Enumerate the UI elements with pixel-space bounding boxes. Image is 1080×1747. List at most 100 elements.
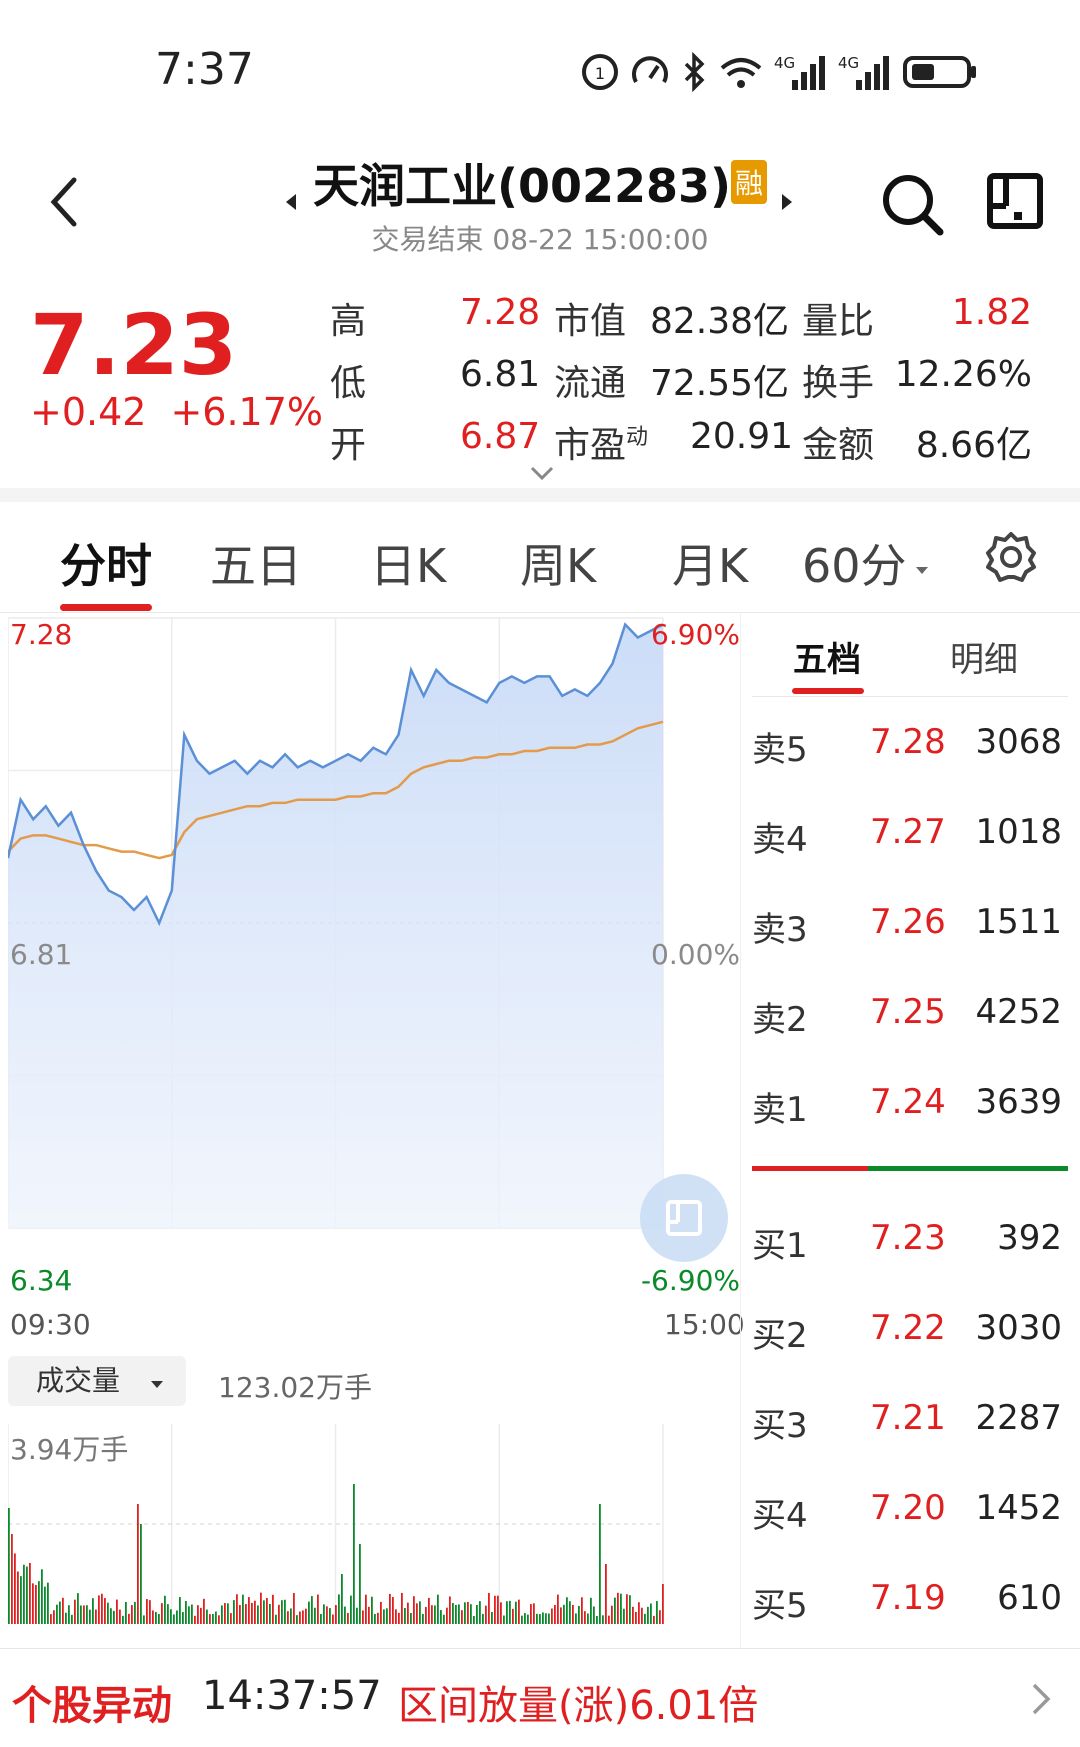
tab-intraday[interactable]: 分时 — [60, 530, 152, 596]
buy-sell-ratio-bar-sell — [752, 1166, 868, 1171]
next-stock-button[interactable] — [780, 190, 796, 218]
landscape-float-button[interactable] — [640, 1174, 728, 1262]
buy-level-label: 买3 — [752, 1406, 808, 1446]
amount-label: 金额 — [802, 425, 875, 466]
volume-bar — [527, 1614, 529, 1624]
volume-bar — [251, 1602, 253, 1624]
tab-60min[interactable]: 60分 — [802, 530, 931, 596]
volume-bar — [620, 1593, 622, 1624]
volume-bar — [68, 1605, 70, 1624]
sell-level-volume: 3068 — [975, 722, 1062, 762]
volume-bar — [530, 1604, 532, 1624]
svg-text:1: 1 — [595, 64, 605, 83]
sell-level-volume: 1511 — [975, 902, 1062, 942]
volume-bar — [560, 1607, 562, 1624]
volume-bar — [317, 1594, 319, 1624]
volume-bar — [332, 1614, 334, 1624]
volume-bar — [278, 1604, 280, 1624]
pe-label-sup: 动 — [626, 425, 649, 450]
mktcap-label: 市值 — [554, 301, 627, 342]
alert-label: 个股异动 — [12, 1683, 172, 1729]
tab-monthly-k[interactable]: 月K — [672, 530, 748, 596]
low-value: 6.81 — [460, 354, 541, 395]
volume-bar — [506, 1601, 508, 1624]
volume-bar — [344, 1606, 346, 1624]
volume-bar — [203, 1598, 205, 1624]
signal-4g-icon: 4G — [838, 54, 889, 90]
volume-bar — [53, 1610, 55, 1624]
tab-weekly-k[interactable]: 周K — [520, 530, 596, 596]
volume-bar — [143, 1615, 145, 1624]
sell-level-price: 7.27 — [870, 812, 946, 852]
status-icons: 1 4G 4G — [580, 50, 978, 94]
volume-bar — [236, 1594, 238, 1624]
volume-bar — [218, 1615, 220, 1624]
volume-bar — [11, 1534, 13, 1624]
volume-total: 123.02万手 — [218, 1371, 372, 1404]
volume-bar — [659, 1610, 661, 1624]
volume-bar — [116, 1599, 118, 1624]
volume-bar — [323, 1604, 325, 1624]
volume-bar — [617, 1592, 619, 1624]
volume-bar — [662, 1584, 664, 1624]
volume-bar — [419, 1601, 421, 1624]
volume-bar — [596, 1615, 598, 1624]
volume-selector[interactable]: 成交量 — [8, 1356, 186, 1406]
volume-bar — [542, 1612, 544, 1624]
volume-bar — [41, 1569, 43, 1624]
expand-quote-button[interactable] — [528, 464, 556, 486]
stock-alert-bar[interactable]: 个股异动 14:37:57 区间放量(涨)6.01倍 — [0, 1648, 1080, 1747]
volume-bar — [305, 1608, 307, 1624]
volume-bar — [500, 1602, 502, 1624]
volume-bar — [563, 1604, 565, 1624]
chevron-down-icon — [530, 466, 554, 481]
search-button[interactable] — [880, 172, 946, 242]
volume-bar — [62, 1597, 64, 1624]
volume-bar — [104, 1598, 106, 1624]
volume-bar — [593, 1606, 595, 1624]
volume-bar — [473, 1615, 475, 1624]
volume-bar — [125, 1601, 127, 1624]
alert-time: 14:37:57 — [202, 1673, 382, 1719]
buy-level-price: 7.23 — [870, 1218, 946, 1258]
volume-bar — [38, 1581, 40, 1624]
intraday-chart[interactable] — [8, 613, 740, 1293]
volume-bar — [443, 1614, 445, 1624]
volume-bar — [56, 1604, 58, 1624]
chart-settings-button[interactable] — [984, 530, 1038, 588]
tab-trade-detail[interactable]: 明细 — [950, 632, 1018, 681]
volume-bar — [29, 1562, 31, 1624]
volume-bar — [119, 1609, 121, 1624]
last-price: 7.23 — [30, 296, 238, 394]
volume-bar — [398, 1612, 400, 1624]
tab-daily-k[interactable]: 日K — [370, 530, 446, 596]
volume-bar — [365, 1594, 367, 1624]
volume-bar — [653, 1615, 655, 1624]
tab-five-levels[interactable]: 五档 — [793, 632, 861, 681]
volume-bar — [380, 1601, 382, 1624]
tab-active-indicator — [60, 604, 152, 611]
volume-bar — [641, 1607, 643, 1624]
volume-bar — [533, 1603, 535, 1624]
volume-bar — [131, 1605, 133, 1624]
tab-five-day[interactable]: 五日 — [210, 530, 302, 596]
volume-bar — [224, 1603, 226, 1624]
volume-bar — [629, 1595, 631, 1624]
y-axis-bottom-pct: -6.90% — [640, 1264, 740, 1297]
triangle-right-icon — [782, 194, 792, 210]
y-axis-top-price: 7.28 — [10, 618, 73, 651]
mktcap-value: 82.38亿 — [650, 301, 790, 342]
volume-bar — [44, 1586, 46, 1624]
sell-level-label: 卖2 — [752, 1000, 808, 1040]
volume-bar — [71, 1614, 73, 1624]
sell-level-price: 7.26 — [870, 902, 946, 942]
volume-bar — [83, 1605, 85, 1624]
buy-level-volume: 2287 — [975, 1398, 1062, 1438]
low-label: 低 — [330, 363, 367, 404]
volume-bar — [266, 1597, 268, 1624]
float-label: 流通 — [554, 363, 627, 404]
landscape-button[interactable] — [986, 172, 1044, 234]
volume-bar — [197, 1605, 199, 1624]
buy-level-price: 7.21 — [870, 1398, 946, 1438]
volume-bar — [89, 1609, 91, 1624]
